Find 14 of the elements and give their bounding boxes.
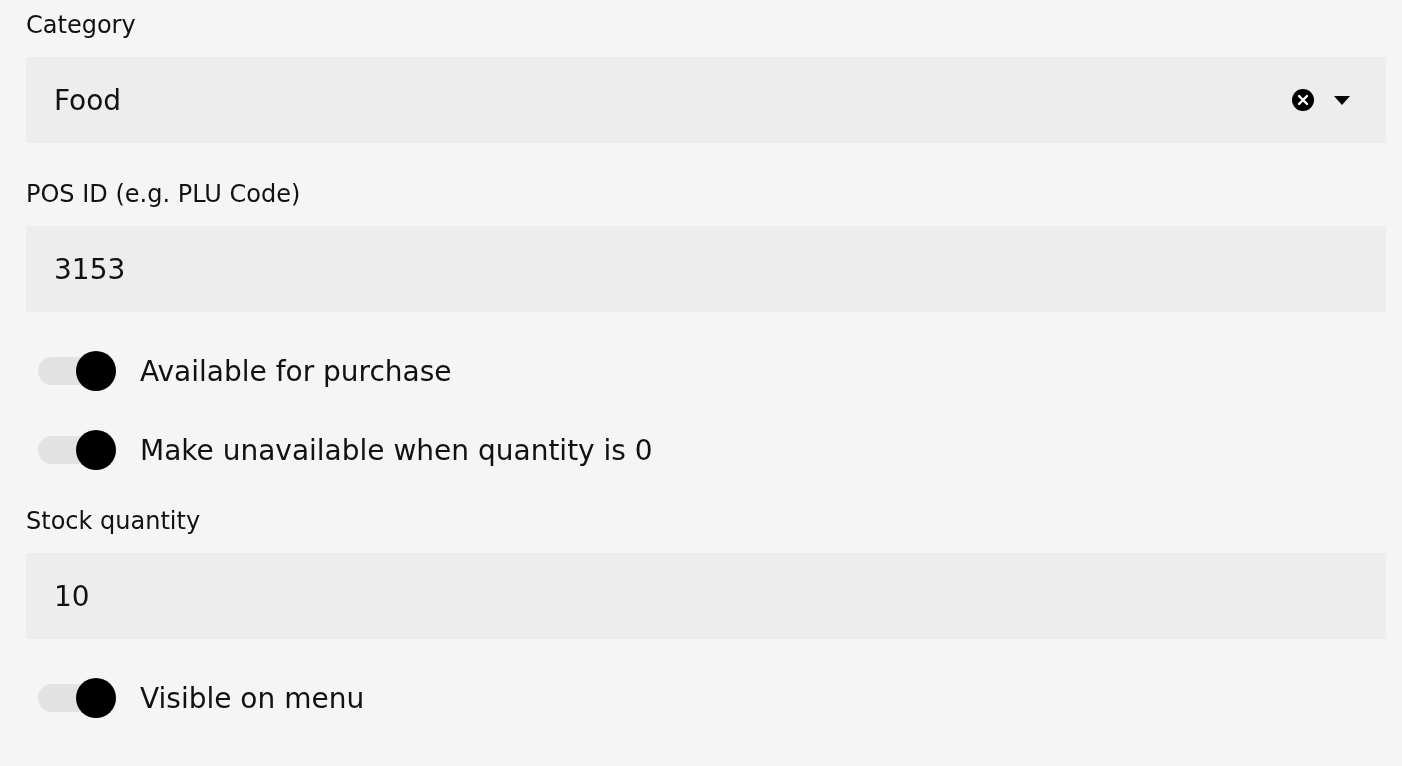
field-label: Stock quantity: [26, 506, 202, 537]
toggle-switch[interactable]: [36, 429, 118, 471]
field-label: Category: [26, 10, 137, 41]
toggle-switch[interactable]: [36, 350, 118, 392]
toggle-label: Visible on menu: [140, 681, 365, 715]
clear-icon[interactable]: [1292, 89, 1314, 111]
toggle-label: Make unavailable when quantity is 0: [140, 433, 653, 467]
toggle-label: Available for purchase: [140, 354, 452, 388]
field-label: POS ID (e.g. PLU Code): [26, 179, 302, 210]
caret-icon[interactable]: [1334, 95, 1350, 105]
toggle-switch[interactable]: [36, 677, 118, 719]
input-field[interactable]: 10: [26, 553, 1386, 639]
input-field[interactable]: 3153: [26, 226, 1386, 312]
category-select[interactable]: Food: [26, 57, 1386, 143]
